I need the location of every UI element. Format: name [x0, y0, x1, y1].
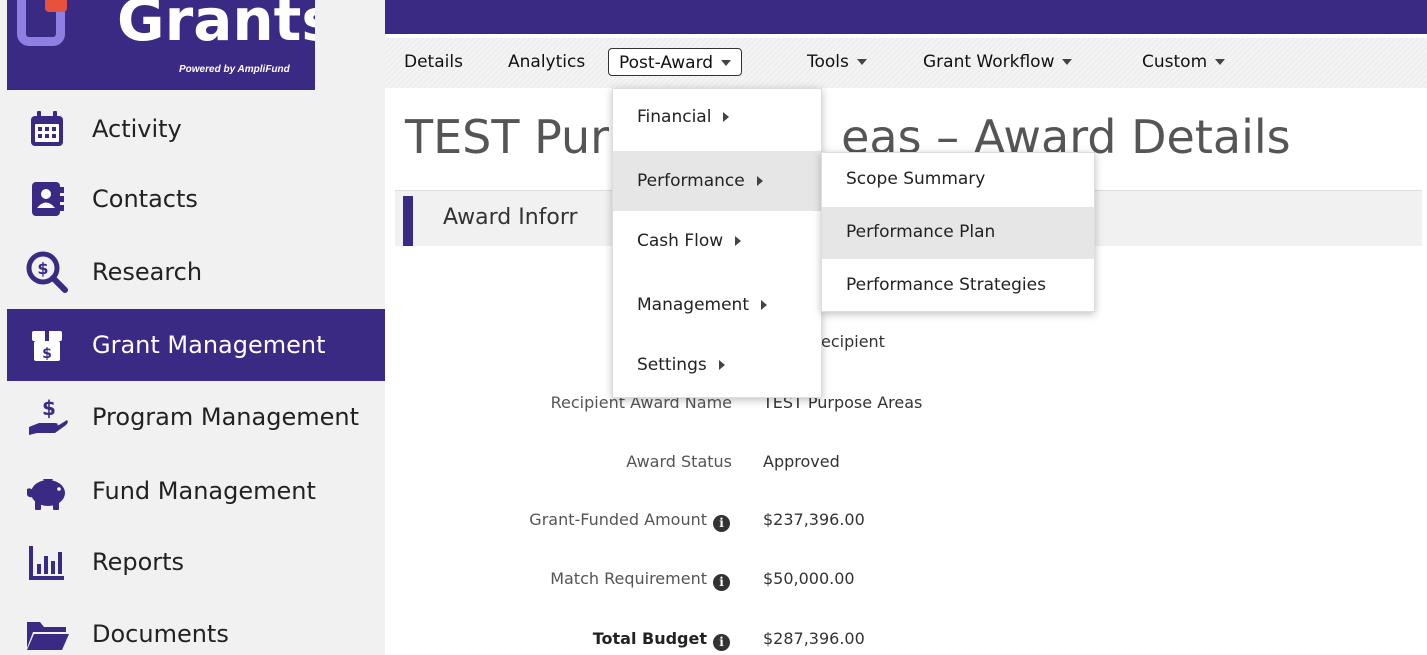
field-row: $237,396.00: [763, 510, 1063, 536]
grant-box-icon: $: [19, 317, 75, 373]
field-row: Match Requirement i: [400, 569, 730, 595]
piggy-bank-icon: [19, 463, 75, 519]
calendar-icon: [19, 101, 75, 157]
field-value: $237,396.00: [763, 510, 865, 529]
caret-right-icon: [761, 300, 767, 310]
folder-icon: [19, 606, 75, 655]
menu-item-cash-flow[interactable]: Cash Flow: [613, 211, 821, 273]
logo-tagline: Powered by AmpliFund: [179, 64, 290, 75]
field-value: $287,396.00: [763, 629, 865, 648]
sidebar-item-label: Fund Management: [92, 477, 316, 505]
sidebar-item-reports[interactable]: Reports: [7, 526, 385, 598]
field-label-text: Total Budget: [592, 629, 707, 648]
field-row: Award Status: [400, 452, 732, 478]
post-award-dropdown: Financial Performance Cash Flow Manageme…: [612, 88, 822, 398]
sidebar-item-label: Contacts: [92, 185, 198, 213]
logo-accent-icon: [45, 0, 67, 12]
tab-analytics[interactable]: Analytics: [508, 48, 585, 76]
field-value: $50,000.00: [763, 569, 855, 588]
bar-chart-icon: [19, 534, 75, 590]
caret-down-icon: [1215, 59, 1226, 65]
svg-text:$: $: [37, 259, 48, 278]
sidebar-item-label: Activity: [92, 115, 182, 143]
svg-text:$: $: [42, 396, 56, 420]
menu-item-performance[interactable]: Performance: [613, 151, 821, 211]
field-label-text: Grant-Funded Amount: [529, 510, 707, 529]
field-label: Match Requirement i: [550, 569, 730, 591]
info-icon[interactable]: i: [713, 574, 730, 591]
sidebar-item-label: Research: [92, 258, 203, 286]
submenu-item-performance-plan[interactable]: Performance Plan: [822, 207, 1094, 259]
svg-text:$: $: [42, 346, 52, 362]
info-icon[interactable]: i: [713, 634, 730, 651]
tab-grant-workflow[interactable]: Grant Workflow: [923, 48, 1073, 76]
field-label: Total Budget i: [593, 629, 730, 651]
caret-right-icon: [723, 112, 730, 122]
caret-right-icon: [718, 360, 725, 370]
tab-details[interactable]: Details: [404, 48, 463, 76]
tab-label: Grant Workflow: [923, 52, 1055, 72]
tab-tools[interactable]: Tools: [807, 48, 867, 76]
logo-wordmark: Grants: [117, 0, 315, 54]
sidebar-item-fund-management[interactable]: Fund Management: [7, 455, 385, 527]
tab-label: Custom: [1142, 52, 1208, 72]
field-label: Grant-Funded Amount i: [529, 510, 730, 532]
header-strip: [385, 0, 1427, 34]
tab-post-award[interactable]: Post-Award: [608, 48, 743, 76]
grants-logo[interactable]: Grants Powered by AmpliFund: [7, 0, 315, 90]
page-title-left: TEST Pur: [405, 110, 610, 164]
field-value: ecipient: [821, 332, 885, 351]
sidebar-item-label: Reports: [92, 548, 185, 576]
performance-submenu: Scope Summary Performance Plan Performan…: [821, 152, 1095, 312]
menu-item-management[interactable]: Management: [613, 273, 821, 335]
field-value: Approved: [763, 452, 840, 471]
caret-down-icon: [1062, 59, 1073, 65]
dollar-search-icon: $: [19, 244, 75, 300]
tab-label: Post-Award: [619, 53, 714, 73]
sidebar-item-documents[interactable]: Documents: [7, 598, 385, 655]
hand-dollar-icon: $: [19, 389, 75, 445]
sidebar-item-label: Grant Management: [92, 331, 326, 359]
section-accent: [403, 196, 413, 246]
field-row: Approved: [763, 452, 1063, 478]
caret-right-icon: [756, 176, 763, 186]
sidebar-item-label: Documents: [92, 620, 229, 648]
field-label-text: Match Requirement: [550, 569, 707, 588]
menu-item-label: Settings: [637, 355, 707, 375]
contact-book-icon: [19, 171, 75, 227]
menu-item-label: Performance: [637, 171, 745, 191]
field-row: Grant-Funded Amount i: [400, 510, 730, 536]
sidebar-item-research[interactable]: $ Research: [7, 236, 385, 308]
caret-right-icon: [735, 236, 742, 246]
submenu-item-scope-summary[interactable]: Scope Summary: [822, 153, 1094, 207]
tab-bar: Details Analytics Post-Award Tools Grant…: [385, 38, 1427, 88]
info-icon[interactable]: i: [713, 515, 730, 532]
field-row: $50,000.00: [763, 569, 1063, 595]
top-navigation: Details Analytics Post-Award Tools Grant…: [385, 0, 1427, 90]
tab-custom[interactable]: Custom: [1142, 48, 1226, 76]
menu-item-label: Management: [637, 295, 749, 315]
submenu-item-performance-strategies[interactable]: Performance Strategies: [822, 259, 1094, 311]
field-row: $287,396.00: [763, 629, 1063, 655]
field-label: Award Status: [626, 452, 732, 471]
sidebar-item-label: Program Management: [92, 403, 359, 431]
menu-item-financial[interactable]: Financial: [613, 89, 821, 151]
section-title: Award Inforr: [443, 205, 578, 230]
field-row: Total Budget i: [400, 629, 730, 655]
menu-item-label: Financial: [637, 107, 712, 127]
caret-down-icon: [856, 59, 867, 65]
sidebar-item-grant-management[interactable]: $ Grant Management: [7, 309, 385, 381]
caret-down-icon: [721, 60, 732, 66]
sidebar-item-program-management[interactable]: $ Program Management: [7, 381, 385, 453]
sidebar-item-contacts[interactable]: Contacts: [7, 163, 385, 235]
menu-item-label: Cash Flow: [637, 231, 724, 251]
menu-item-settings[interactable]: Settings: [613, 335, 821, 397]
sidebar: Grants Powered by AmpliFund Activity Con…: [0, 0, 385, 655]
tab-label: Tools: [807, 52, 849, 72]
sidebar-item-activity[interactable]: Activity: [7, 93, 385, 165]
field-row: ecipient: [821, 332, 1021, 358]
